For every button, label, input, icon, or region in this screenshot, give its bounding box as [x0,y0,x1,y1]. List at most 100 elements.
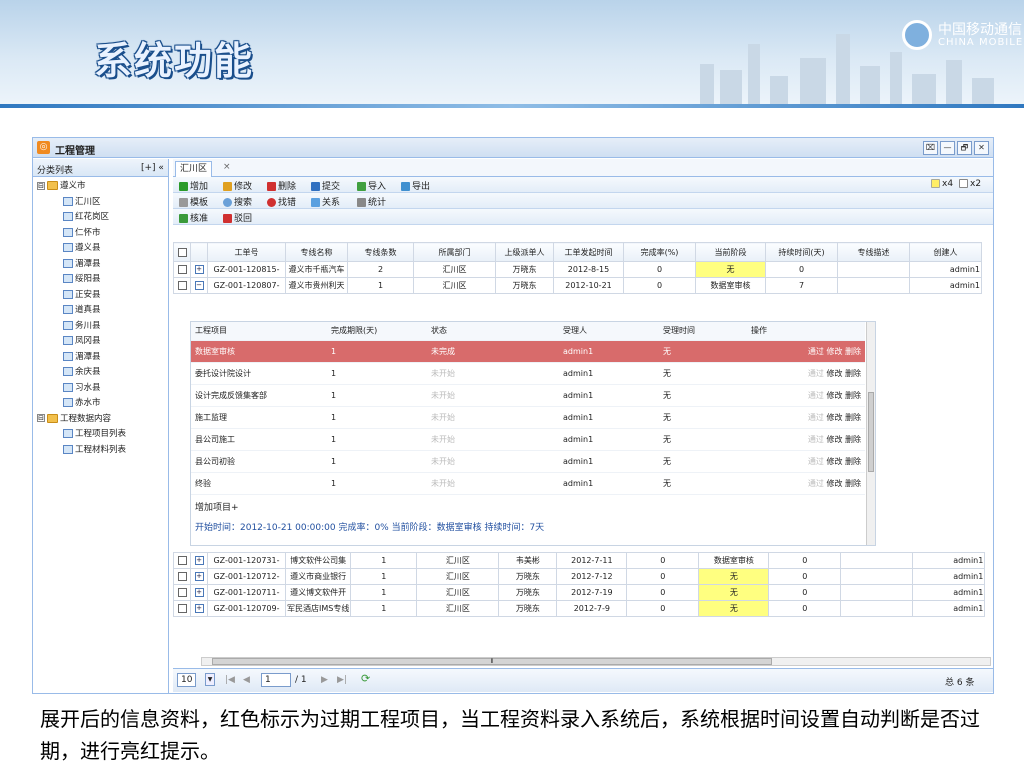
pass-link[interactable]: 通过 [808,347,824,356]
column-header[interactable]: 专线条数 [347,242,414,262]
row-checkbox[interactable] [177,604,187,613]
stage-row[interactable]: 终验 1 未开始 admin1 无通过 修改 删除 [191,472,865,495]
table-row[interactable]: + GZ-001-120815- 遵义市千瓶汽车 2 汇川区 万晓东 2012-8-15 0 无… [173,261,982,278]
import-button[interactable]: 导入 [357,179,386,192]
row-expander-cell[interactable]: + [190,568,208,585]
column-header[interactable]: 所属部门 [413,242,496,262]
select-all-checkbox[interactable] [177,247,187,257]
column-header[interactable]: 专线名称 [285,242,348,262]
edit-link[interactable]: 修改 [826,457,842,466]
row-select-cell[interactable] [173,600,191,617]
prev-page-icon[interactable]: ◀ [243,675,250,685]
delete-button[interactable]: 删除 [267,179,296,192]
delete-link[interactable]: 删除 [845,369,861,378]
row-checkbox[interactable] [177,588,187,597]
stage-row[interactable]: 数据室审核 1 未完成 admin1 无通过 修改 删除 [191,340,865,363]
template-button[interactable]: 模板 [179,195,208,208]
expand-toggle-icon[interactable]: + [194,588,204,597]
scroll-thumb[interactable] [868,392,874,472]
expand-toggle-icon[interactable]: + [194,556,204,565]
row-select-cell[interactable] [173,568,191,585]
row-select-cell[interactable] [173,277,191,294]
tree-item[interactable]: 凤冈县 [63,334,101,348]
collapse-icon[interactable]: ⊟ [37,181,45,190]
tab-close-icon[interactable]: × [223,162,231,172]
delete-link[interactable]: 删除 [845,347,861,356]
table-row[interactable]: + GZ-001-120731- 博文软件公司集 1 汇川区 韦美彬 2012-7-11 0 数… [173,552,986,569]
grid-horizontal-scrollbar[interactable]: ⦀ [201,657,991,666]
page-size-select[interactable]: 10 [177,673,197,687]
table-row[interactable]: + GZ-001-120712- 遵义市商业银行 1 汇川区 万晓东 2012-7-12 0 无… [173,568,986,585]
select-all-cell[interactable] [173,242,191,262]
tree-item[interactable]: 汇川区 [63,195,101,209]
row-select-cell[interactable] [173,261,191,278]
column-header[interactable]: 工单发起时间 [553,242,624,262]
chevron-down-icon[interactable]: ▼ [205,673,215,686]
tree-item[interactable]: 工程材料列表 [63,443,126,457]
stage-row[interactable]: 县公司初验 1 未开始 admin1 无通过 修改 删除 [191,450,865,473]
pass-link[interactable]: 通过 [808,479,824,488]
edit-link[interactable]: 修改 [826,413,842,422]
row-checkbox[interactable] [177,265,187,274]
search-button[interactable]: 搜索 [223,195,252,208]
table-row[interactable]: − GZ-001-120807- 遵义市贵州利天 1 汇川区 万晓东 2012-10-21 0… [173,277,982,294]
tree-item[interactable]: 绥阳县 [63,272,101,286]
column-header[interactable]: 持续时间(天) [765,242,838,262]
stage-row[interactable]: 县公司施工 1 未开始 admin1 无通过 修改 删除 [191,428,865,451]
row-expander-cell[interactable]: + [190,261,208,278]
stage-row[interactable]: 委托设计院设计 1 未开始 admin1 无通过 修改 删除 [191,362,865,385]
expand-toggle-icon[interactable]: − [194,281,204,290]
first-page-icon[interactable]: |◀ [225,675,235,685]
row-checkbox[interactable] [177,281,187,290]
row-expander-cell[interactable]: − [190,277,208,294]
column-header[interactable]: 工单号 [207,242,286,262]
expand-toggle-icon[interactable]: + [194,604,204,613]
delete-link[interactable]: 删除 [845,479,861,488]
tree-item[interactable]: ⊟ 工程数据内容 [37,412,111,426]
tree-item[interactable]: 正安县 [63,288,101,302]
tree-item[interactable]: 务川县 [63,319,101,333]
approve-button[interactable]: 核准 [179,211,208,224]
tree-item[interactable]: 道真县 [63,303,101,317]
stats-button[interactable]: 统计 [357,195,386,208]
tree-item[interactable]: 遵义县 [63,241,101,255]
delete-link[interactable]: 删除 [845,413,861,422]
pass-link[interactable]: 通过 [808,413,824,422]
pass-link[interactable]: 通过 [808,391,824,400]
restore-icon[interactable]: ⌧ [923,141,938,155]
next-page-icon[interactable]: ▶ [321,675,328,685]
add-button[interactable]: 增加 [179,179,208,192]
stage-row[interactable]: 设计完成反馈集客部 1 未开始 admin1 无通过 修改 删除 [191,384,865,407]
last-page-icon[interactable]: ▶| [337,675,347,685]
tree-item[interactable]: 赤水市 [63,396,101,410]
stage-row[interactable]: 施工监理 1 未开始 admin1 无通过 修改 删除 [191,406,865,429]
refresh-icon[interactable]: ⟳ [361,672,370,685]
tree-item[interactable]: 红花岗区 [63,210,109,224]
panel-tools-button[interactable]: [+] « [141,163,164,173]
detail-vertical-scrollbar[interactable] [866,322,875,545]
row-select-cell[interactable] [173,552,191,569]
pass-link[interactable]: 通过 [808,457,824,466]
row-select-cell[interactable] [173,584,191,601]
edit-link[interactable]: 修改 [826,391,842,400]
edit-link[interactable]: 修改 [826,435,842,444]
tab-huichuan[interactable]: 汇川区 [175,161,213,177]
close-button[interactable]: ✕ [974,141,989,155]
relation-button[interactable]: 关系 [311,195,340,208]
tree-item[interactable]: 余庆县 [63,365,101,379]
table-row[interactable]: + GZ-001-120709- 军民酒店IMS专线 1 汇川区 万晓东 2012-7-9 0… [173,600,986,617]
tree-item[interactable]: ⊟ 遵义市 [37,179,86,193]
column-header[interactable]: 当前阶段 [695,242,766,262]
row-checkbox[interactable] [177,556,187,565]
tree-item[interactable]: 仁怀市 [63,226,101,240]
minimize-button[interactable]: — [940,141,955,155]
column-header[interactable]: 上级派单人 [495,242,554,262]
find-error-button[interactable]: 找错 [267,195,296,208]
expand-toggle-icon[interactable]: + [194,572,204,581]
table-row[interactable]: + GZ-001-120711- 遵义博文软件开 1 汇川区 万晓东 2012-7-19 0 无… [173,584,986,601]
submit-button[interactable]: 提交 [311,179,340,192]
row-expander-cell[interactable]: + [190,584,208,601]
row-expander-cell[interactable]: + [190,600,208,617]
x4-toggle[interactable]: x4 [931,179,953,189]
edit-link[interactable]: 修改 [826,347,842,356]
